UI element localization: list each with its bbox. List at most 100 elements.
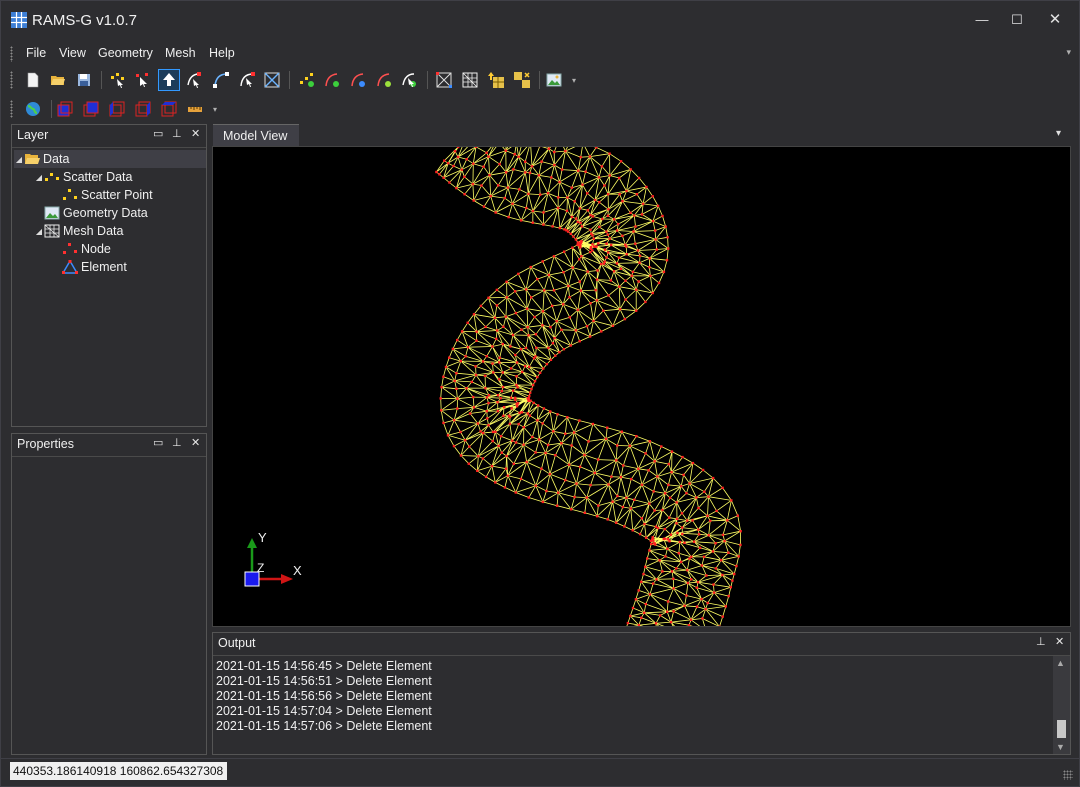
- view-back-button[interactable]: [80, 98, 102, 120]
- maximize-button[interactable]: ☐: [1002, 9, 1032, 31]
- output-log[interactable]: 2021-01-15 14:56:45 > Delete Element 202…: [213, 655, 1053, 754]
- zoom-scatter-button[interactable]: [107, 69, 129, 91]
- layer-panel-title: Layer: [17, 128, 49, 142]
- float-panel-icon[interactable]: ▭: [153, 436, 163, 449]
- tree-item-element[interactable]: Element: [62, 258, 127, 276]
- ruler-button[interactable]: [184, 98, 206, 120]
- tree-item-scatter-point[interactable]: Scatter Point: [62, 186, 153, 204]
- tree-item-label: Scatter Data: [63, 170, 133, 184]
- add-node-button[interactable]: [296, 69, 318, 91]
- close-window-button[interactable]: ✕: [1040, 9, 1070, 31]
- tree-item-scatter-data[interactable]: ◢ Scatter Data: [34, 168, 133, 186]
- select-tool-button[interactable]: [158, 69, 180, 91]
- scatter-data-icon: [44, 169, 60, 185]
- close-panel-icon[interactable]: ✕: [1055, 635, 1064, 648]
- output-scrollbar[interactable]: ▲ ▼: [1053, 655, 1070, 754]
- scroll-up-icon[interactable]: ▲: [1056, 658, 1065, 668]
- layer-tree: ◢ Data ◢ Scatter Data Scatter Point Geom…: [12, 147, 206, 426]
- open-file-button[interactable]: [47, 69, 69, 91]
- toolbar-separator: [427, 71, 428, 89]
- tree-item-label: Element: [81, 260, 127, 274]
- mesh-grid-button[interactable]: [459, 69, 481, 91]
- arc-green-button[interactable]: [321, 69, 343, 91]
- view-back-icon: [83, 101, 99, 117]
- properties-panel: Properties ▭ ⊥ ✕: [11, 433, 207, 755]
- tree-item-node[interactable]: Node: [62, 240, 111, 258]
- tree-item-label: Node: [81, 242, 111, 256]
- tree-item-mesh-data[interactable]: ◢ Mesh Data: [34, 222, 124, 240]
- expand-arrow-icon[interactable]: ◢: [34, 173, 44, 182]
- tab-dropdown-icon[interactable]: ▾: [1056, 128, 1061, 139]
- menu-mesh[interactable]: Mesh: [165, 46, 196, 60]
- scatter-point-icon: [62, 187, 78, 203]
- pin-panel-icon[interactable]: ⊥: [1036, 635, 1046, 648]
- mesh-polygon-button[interactable]: [433, 69, 455, 91]
- node-icon: [62, 241, 78, 257]
- select-vertex-button[interactable]: [184, 69, 206, 91]
- close-panel-icon[interactable]: ✕: [191, 436, 200, 449]
- view-top-button[interactable]: [158, 98, 180, 120]
- tree-item-label: Geometry Data: [63, 206, 148, 220]
- create-arc-icon: [213, 72, 229, 88]
- mesh-nodes: [435, 147, 742, 626]
- scroll-thumb[interactable]: [1057, 720, 1066, 738]
- expand-arrow-icon[interactable]: ◢: [34, 227, 44, 236]
- view-right-button[interactable]: [132, 98, 154, 120]
- tree-item-label: Data: [43, 152, 70, 166]
- toolbar-overflow-icon[interactable]: ▾: [572, 76, 576, 85]
- properties-panel-header: Properties ▭ ⊥ ✕: [12, 434, 206, 454]
- delete-mesh-button[interactable]: [261, 69, 283, 91]
- cursor-coordinates: 440353.186140918 160862.654327308: [10, 762, 228, 780]
- float-panel-icon[interactable]: ▭: [153, 127, 163, 140]
- status-bar: 440353.186140918 160862.654327308: [1, 758, 1079, 786]
- view-front-button[interactable]: [54, 98, 76, 120]
- menu-view[interactable]: View: [59, 46, 86, 60]
- geometry-data-icon: [44, 205, 60, 221]
- resize-grip-icon[interactable]: [1063, 770, 1073, 780]
- select-arc-button[interactable]: [236, 69, 258, 91]
- toolbar-separator: [101, 71, 102, 89]
- menu-file[interactable]: File: [26, 46, 46, 60]
- view-toolbar: ▾: [9, 96, 229, 122]
- select-node-button[interactable]: [399, 69, 421, 91]
- app-grid-icon: [11, 12, 27, 28]
- tree-item-geometry-data[interactable]: Geometry Data: [44, 204, 148, 222]
- view-right-icon: [135, 101, 151, 117]
- tree-item-label: Mesh Data: [63, 224, 124, 238]
- delete-mesh-icon: [264, 72, 280, 88]
- new-file-button[interactable]: [22, 69, 44, 91]
- image-button[interactable]: [543, 69, 565, 91]
- arc-blue-button[interactable]: [347, 69, 369, 91]
- menu-help[interactable]: Help: [209, 46, 235, 60]
- close-panel-icon[interactable]: ✕: [191, 127, 200, 140]
- view-left-button[interactable]: [106, 98, 128, 120]
- arc-blue-icon: [351, 73, 365, 87]
- pin-panel-icon[interactable]: ⊥: [172, 436, 182, 449]
- pin-panel-icon[interactable]: ⊥: [172, 127, 182, 140]
- expand-arrow-icon[interactable]: ◢: [14, 155, 24, 164]
- refine-up-button[interactable]: [485, 69, 507, 91]
- arc-green2-button[interactable]: [373, 69, 395, 91]
- select-vertex-icon: [187, 72, 201, 88]
- scroll-down-icon[interactable]: ▼: [1056, 742, 1065, 752]
- properties-grid[interactable]: [12, 456, 206, 754]
- x-axis-arrow: [281, 574, 293, 584]
- view-top-icon: [161, 101, 177, 117]
- menu-overflow-icon[interactable]: ▾: [1066, 47, 1071, 58]
- move-point-button[interactable]: [132, 69, 154, 91]
- model-viewport[interactable]: Y X Z: [212, 146, 1071, 627]
- image-icon: [546, 73, 562, 87]
- toolbar-grip-handle[interactable]: [10, 100, 13, 118]
- toolbar-overflow-icon[interactable]: ▾: [213, 105, 217, 114]
- globe-button[interactable]: [22, 98, 44, 120]
- tab-model-view[interactable]: Model View: [213, 124, 299, 146]
- refine-down-button[interactable]: [511, 69, 533, 91]
- create-arc-button[interactable]: [210, 69, 232, 91]
- menu-geometry[interactable]: Geometry: [98, 46, 153, 60]
- log-line: 2021-01-15 14:57:04 > Delete Element: [216, 704, 432, 718]
- toolbar-grip-handle[interactable]: [10, 71, 13, 89]
- menu-grip-handle[interactable]: [10, 46, 13, 62]
- save-button[interactable]: [73, 69, 95, 91]
- tree-item-data[interactable]: ◢ Data: [14, 150, 206, 168]
- minimize-button[interactable]: —: [967, 9, 997, 31]
